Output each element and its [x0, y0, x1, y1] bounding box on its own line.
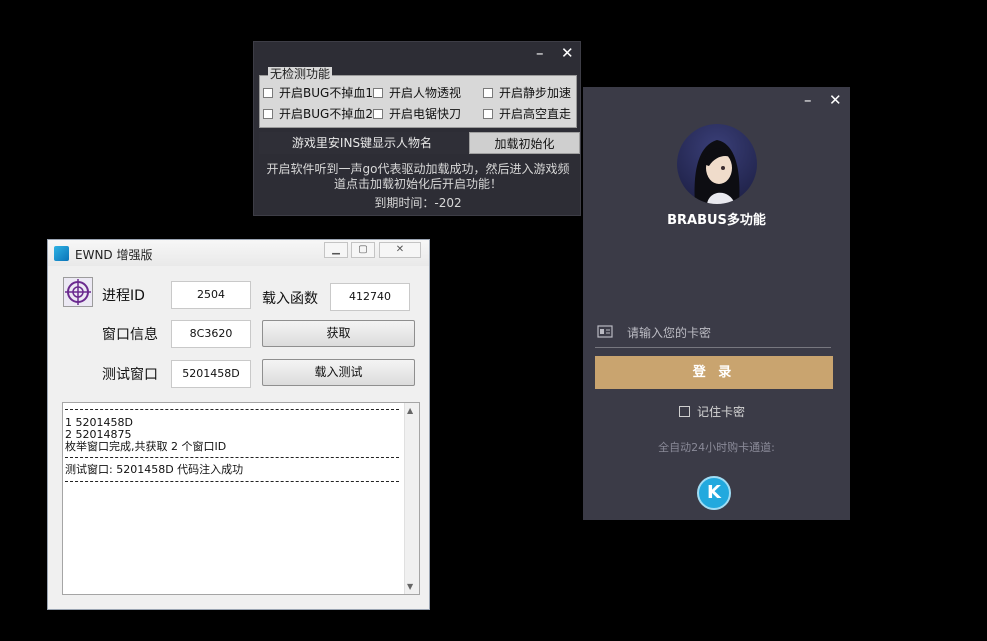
checkbox-bug-no-blood-2[interactable]: 开启BUG不掉血2 — [263, 105, 373, 122]
checkbox-box[interactable] — [373, 108, 383, 119]
checkbox-chainsaw-fast[interactable]: 开启电锯快刀 — [373, 105, 461, 122]
load-init-button[interactable]: 加载初始化 — [469, 132, 580, 154]
pid-label: 进程ID — [102, 288, 145, 304]
minimize-button[interactable]: – — [804, 91, 812, 109]
checkbox-player-esp[interactable]: 开启人物透视 — [373, 84, 461, 101]
divider — [65, 457, 399, 458]
remember-key-checkbox[interactable]: 记住卡密 — [679, 403, 745, 420]
pid-field[interactable]: 2504 — [171, 281, 251, 309]
feature-window: – ✕ 无检测功能 开启BUG不掉血1 开启人物透视 开启静步加速 开启BUG不… — [253, 41, 581, 216]
init-strip: 游戏里安INS键显示人物名 加载初始化 — [259, 132, 580, 154]
card-key-placeholder: 请输入您的卡密 — [627, 326, 712, 340]
ins-hint: 游戏里安INS键显示人物名 — [291, 136, 433, 150]
minimize-icon[interactable]: ▁ — [324, 242, 348, 258]
checkbox-silent-speed[interactable]: 开启静步加速 — [483, 84, 571, 101]
purchase-channel-text: 全自动24小时购卡通道: — [658, 441, 775, 454]
notice-line-2: 道点击加载初始化后开启功能！ — [333, 177, 502, 191]
checkbox-label: 开启电锯快刀 — [389, 107, 462, 121]
checkbox-box[interactable] — [263, 87, 273, 98]
checkbox-box[interactable] — [483, 87, 493, 98]
app-icon — [54, 246, 69, 261]
log-textarea[interactable]: 1 5201458D 2 52014875 枚举窗口完成,共获取 2 个窗口ID… — [62, 402, 420, 595]
divider — [65, 409, 399, 410]
checkbox-box[interactable] — [373, 87, 383, 98]
checkbox-bug-no-blood-1[interactable]: 开启BUG不掉血1 — [263, 84, 373, 101]
checkbox-label: 开启人物透视 — [389, 86, 462, 100]
minimize-button[interactable]: – — [536, 44, 544, 62]
window-info-label: 窗口信息 — [102, 327, 158, 343]
load-func-field[interactable]: 412740 — [330, 283, 410, 311]
close-button[interactable]: ✕ — [829, 91, 842, 109]
titlebar[interactable]: EWND 增强版 ▁ ▢ ✕ — [48, 240, 429, 266]
window-info-field[interactable]: 8C3620 — [171, 320, 251, 348]
ewnd-window: EWND 增强版 ▁ ▢ ✕ 进程ID 2504 载入函数 412740 窗口信… — [47, 239, 430, 610]
card-key-input[interactable]: 请输入您的卡密 — [595, 318, 831, 348]
no-detection-group: 无检测功能 开启BUG不掉血1 开启人物透视 开启静步加速 开启BUG不掉血2 … — [259, 67, 577, 128]
checkbox-label: 开启BUG不掉血1 — [279, 86, 373, 100]
checkbox-label: 开启BUG不掉血2 — [279, 107, 373, 121]
checkbox-box[interactable] — [263, 108, 273, 119]
window-title: EWND 增强版 — [75, 248, 153, 262]
remember-label: 记住卡密 — [697, 405, 746, 419]
checkbox-box[interactable] — [483, 108, 493, 119]
login-window: – ✕ BRABUS多功能 请输入您的卡密 登 录 记住卡密 全自动24小时购卡… — [583, 87, 850, 520]
notice-line-1: 开启软件听到一声go代表驱动加载成功，然后进入游戏频 — [266, 162, 570, 176]
checkbox-sky-walk[interactable]: 开启高空直走 — [483, 105, 571, 122]
test-window-label: 测试窗口 — [102, 367, 158, 383]
get-button[interactable]: 获取 — [262, 320, 415, 347]
scroll-down-icon[interactable]: ▼ — [407, 582, 413, 591]
login-button[interactable]: 登 录 — [595, 356, 833, 389]
load-test-button[interactable]: 载入测试 — [262, 359, 415, 386]
close-icon[interactable]: ✕ — [379, 242, 421, 258]
scrollbar[interactable]: ▲ ▼ — [404, 403, 419, 594]
log-line: 测试窗口: 5201458D 代码注入成功 — [65, 463, 244, 476]
close-button[interactable]: ✕ — [561, 44, 574, 62]
k-logo-icon[interactable]: K — [697, 476, 731, 510]
notice-text: 开启软件听到一声go代表驱动加载成功，然后进入游戏频 道点击加载初始化后开启功能… — [260, 162, 576, 192]
checkbox-label: 开启静步加速 — [499, 86, 572, 100]
checkbox-box[interactable] — [679, 406, 690, 417]
maximize-icon[interactable]: ▢ — [351, 242, 375, 258]
avatar — [677, 124, 757, 204]
brand-title: BRABUS多功能 — [667, 213, 766, 228]
test-window-field[interactable]: 5201458D — [171, 360, 251, 388]
scroll-up-icon[interactable]: ▲ — [407, 406, 413, 415]
divider — [65, 481, 399, 482]
load-func-label: 载入函数 — [262, 291, 318, 307]
expiry-text: 到期时间：-202 — [374, 196, 462, 210]
checkbox-label: 开启高空直走 — [499, 107, 572, 121]
card-icon — [597, 325, 613, 338]
log-line: 枚举窗口完成,共获取 2 个窗口ID — [65, 440, 227, 453]
crosshair-finder-icon[interactable] — [63, 277, 93, 307]
group-title: 无检测功能 — [268, 67, 333, 81]
